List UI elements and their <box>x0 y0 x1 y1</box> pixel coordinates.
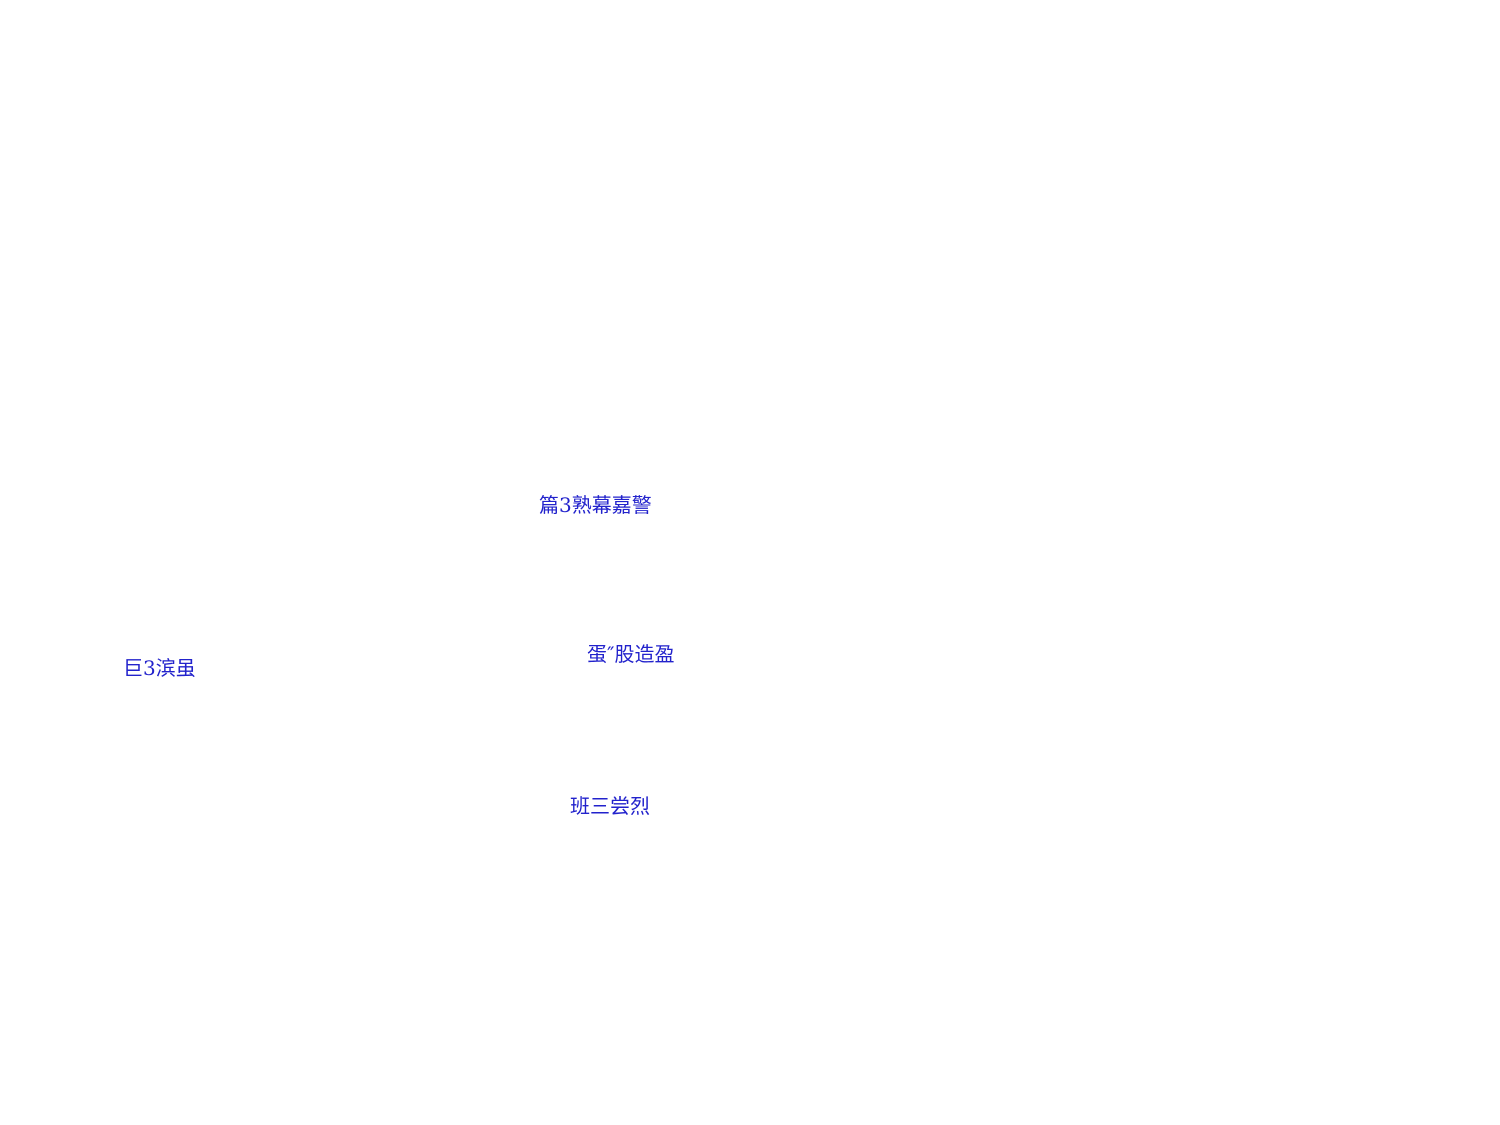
diagram-canvas: 巨3滨虽 篇3熟幕嘉警 蛋″股造盈 班三尝烈 <box>0 0 1500 1125</box>
node-label-bottom: 班三尝烈 <box>570 794 650 818</box>
node-label-top: 篇3熟幕嘉警 <box>539 493 652 517</box>
node-label-middle: 蛋″股造盈 <box>587 642 675 666</box>
node-label-left: 巨3滨虽 <box>123 656 196 680</box>
